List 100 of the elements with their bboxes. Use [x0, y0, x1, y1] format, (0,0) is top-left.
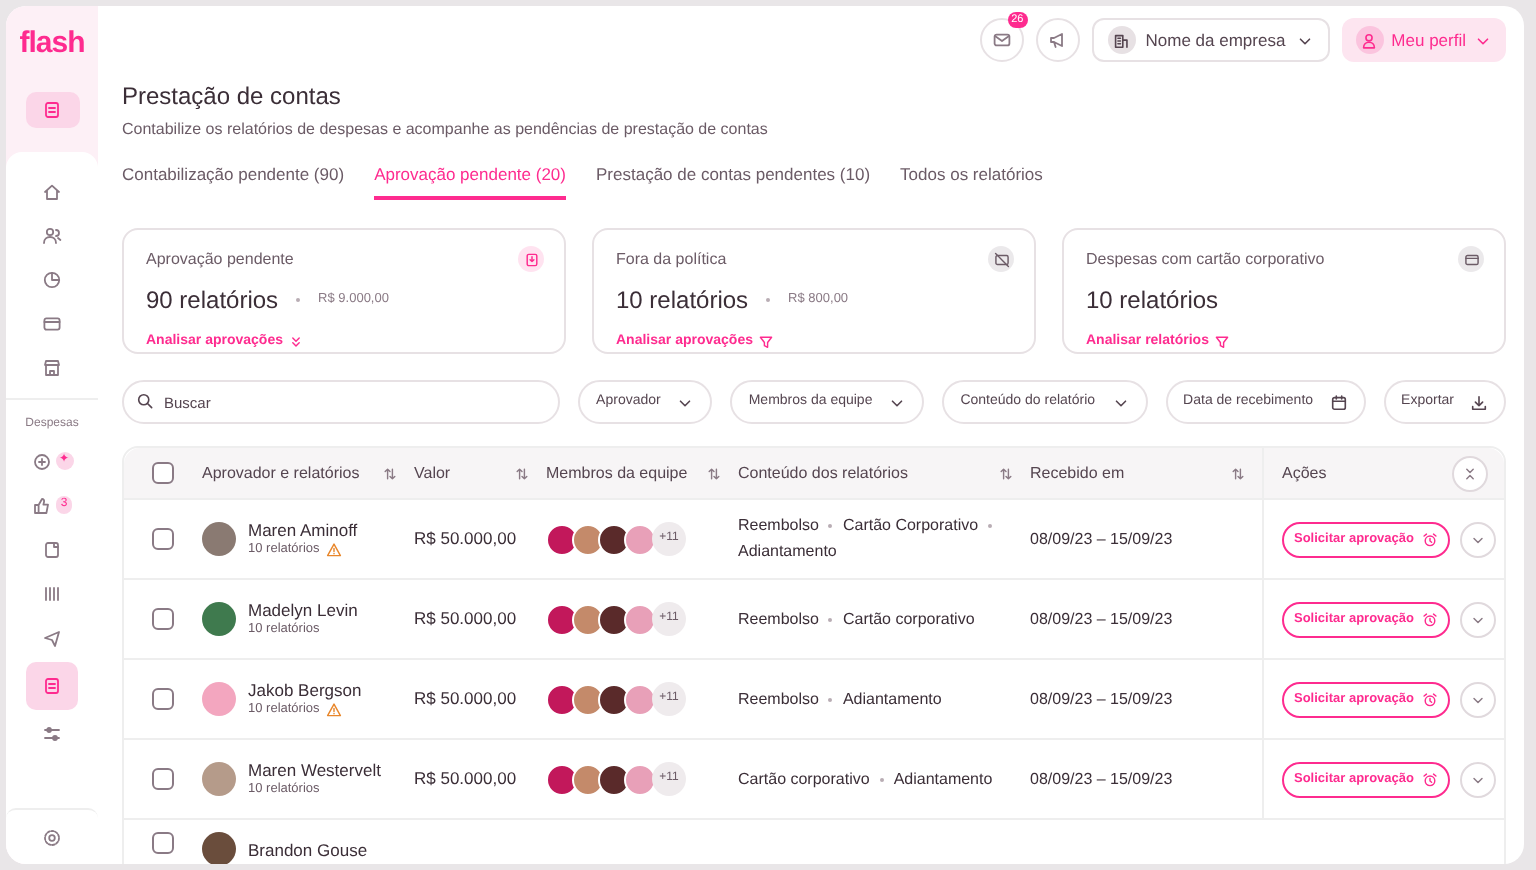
card-icon [42, 313, 62, 333]
double-chevron-icon [288, 333, 305, 350]
member-avatar [598, 683, 630, 716]
approver-name: Brandon Gouse [248, 839, 368, 860]
filter-icon [758, 333, 775, 350]
card-title: Aprovação pendente [146, 248, 294, 273]
content-type: Reembolso [738, 514, 819, 539]
member-avatar [624, 523, 656, 556]
member-avatar [624, 683, 656, 716]
coin-icon [31, 451, 51, 471]
store-icon [42, 357, 62, 377]
date-range: 08/09/23 – 15/09/23 [1030, 687, 1175, 712]
row-checkbox[interactable] [152, 528, 174, 551]
value-cell-text: R$ 50.000,00 [414, 526, 519, 553]
tab[interactable]: Contabilização pendente (90) [122, 162, 345, 201]
content-type: Adiantamento [738, 540, 837, 565]
card-title: Fora da política [616, 248, 727, 273]
page-subtitle: Contabilize os relatórios de despesas e acompanhe as pendências de prestação de contas [122, 118, 770, 143]
content-type: Reembolso [738, 687, 819, 712]
page-title: Prestação de contas [122, 82, 343, 111]
row-checkbox[interactable] [152, 768, 174, 791]
sort-icon [382, 465, 398, 482]
member-avatar [572, 763, 604, 796]
company-dropdown[interactable]: Nome da empresa [1091, 18, 1330, 62]
row-checkbox[interactable] [152, 688, 174, 711]
value-cell-text: R$ 50.000,00 [414, 686, 519, 713]
report-icon [42, 675, 62, 695]
approver-name: Maren Aminoff [248, 519, 358, 540]
thumbs-up-icon [32, 495, 53, 515]
tab[interactable]: Prestação de contas pendentes (10) [596, 162, 871, 201]
announcements-button[interactable] [1035, 18, 1080, 62]
content-type: Cartão corporativo [842, 607, 975, 632]
member-avatar [598, 523, 630, 556]
avatar [202, 832, 236, 864]
tab[interactable]: Aprovação pendente (20) [374, 162, 566, 201]
collapse-button[interactable] [1452, 455, 1488, 492]
approval-icon [523, 251, 539, 268]
sort-icon [1230, 465, 1246, 482]
content-type: Adiantamento [842, 687, 942, 712]
tab[interactable]: Todos os relatórios [900, 162, 1043, 201]
member-avatar [546, 683, 578, 716]
member-avatar [598, 603, 630, 636]
avatar [202, 602, 236, 637]
member-avatar [598, 763, 630, 796]
separator-dot [828, 697, 833, 702]
date-range: 08/09/23 – 15/09/23 [1030, 607, 1175, 632]
separator-dot [828, 524, 833, 529]
document-icon [42, 539, 62, 559]
chart-icon [42, 269, 62, 289]
separator-dot [988, 524, 993, 529]
bars-icon [42, 583, 62, 603]
nav-item[interactable] [26, 661, 78, 709]
settings-icon [42, 827, 62, 847]
nav-item[interactable] [25, 91, 79, 127]
separator-dot [828, 617, 833, 622]
mail-icon [991, 30, 1012, 50]
column-header: Ações [1282, 461, 1327, 486]
profile-dropdown[interactable]: Meu perfil [1341, 18, 1506, 62]
no-card-icon [993, 251, 1009, 268]
sort-icon [514, 465, 530, 482]
member-avatar [546, 603, 578, 636]
user-icon [1360, 31, 1379, 49]
column-header: Conteúdo dos relatórios [738, 461, 908, 486]
member-avatar [546, 763, 578, 796]
column-header: Aprovador e relatórios [202, 461, 360, 486]
report-count: 10 relatórios [1086, 283, 1219, 318]
member-avatar [572, 523, 604, 556]
content-type: Reembolso [738, 607, 819, 632]
member-avatar [624, 603, 656, 636]
download-icon [1470, 393, 1488, 412]
separator-dot [879, 777, 884, 782]
report-count: 10 relatórios [616, 283, 749, 318]
row-checkbox[interactable] [152, 832, 174, 855]
value-cell-text: R$ 50.000,00 [414, 766, 519, 793]
column-header: Recebido em [1030, 461, 1125, 486]
building-icon [1112, 31, 1131, 49]
collapse-icon [1462, 465, 1478, 482]
avatar [202, 522, 236, 557]
card-icon [1463, 251, 1479, 268]
member-avatar [624, 763, 656, 796]
megaphone-icon [1047, 30, 1068, 50]
value-cell-text: R$ 50.000,00 [414, 606, 519, 633]
approver-name: Maren Westervelt [248, 759, 381, 780]
card-title: Despesas com cartão corporativo [1086, 248, 1325, 273]
date-range: 08/09/23 – 15/09/23 [1030, 767, 1175, 792]
sort-icon [706, 465, 722, 482]
alarm-icon [1421, 771, 1438, 788]
row-checkbox[interactable] [152, 608, 174, 631]
people-icon [42, 225, 62, 245]
select-all-checkbox[interactable] [152, 462, 174, 485]
column-header: Membros da equipe [546, 461, 688, 486]
alarm-icon [1421, 611, 1438, 628]
member-avatar [572, 603, 604, 636]
sliders-icon [42, 723, 62, 743]
plane-icon [42, 627, 62, 647]
content-type: Cartão Corporativo [842, 514, 979, 539]
filter-icon [1214, 333, 1231, 350]
alarm-icon [1421, 691, 1438, 708]
sort-icon [998, 465, 1014, 482]
avatar [202, 682, 236, 717]
